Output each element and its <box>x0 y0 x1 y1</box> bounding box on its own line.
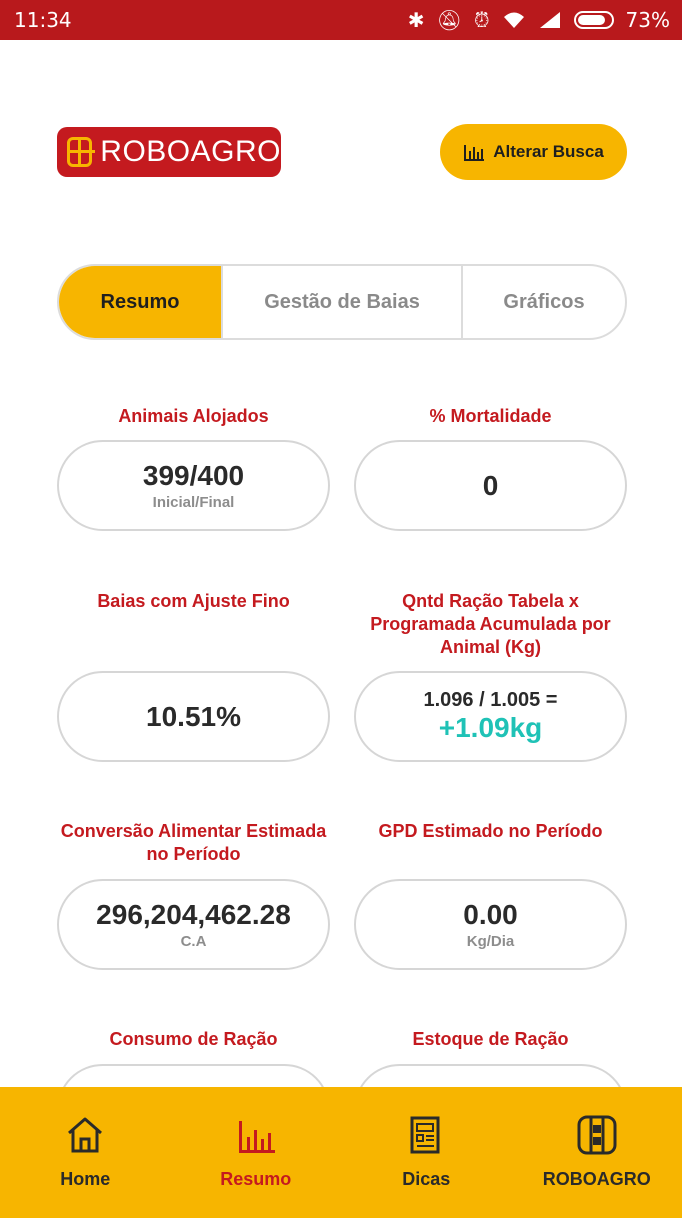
chart-icon <box>238 1121 275 1153</box>
gpd-value: 0.00 <box>463 899 518 930</box>
alterar-busca-label: Alterar Busca <box>493 142 604 161</box>
roboagro-logo-icon <box>67 137 96 167</box>
nav-dicas-label: Dicas <box>402 1169 451 1189</box>
nav-roboagro-label: ROBOAGRO <box>542 1169 651 1189</box>
animais-alojados-card: 399/400 Inicial/Final <box>57 440 330 531</box>
nav-roboagro[interactable]: ROBOAGRO <box>512 1087 682 1218</box>
bar-chart-icon <box>464 145 485 161</box>
status-time: 11:34 <box>14 8 72 32</box>
mute-icon: 🔕︎ <box>436 8 462 32</box>
animais-alojados-value: 399/400 <box>142 460 245 491</box>
tab-gestao-de-baias[interactable]: Gestão de Baias <box>221 266 461 338</box>
gpd-title: GPD Estimado no Período <box>378 821 603 841</box>
battery-level: 73% <box>625 8 670 32</box>
home-icon <box>68 1117 103 1153</box>
mortalidade-card: 0 <box>354 440 627 531</box>
animais-alojados-sub: Inicial/Final <box>152 494 235 511</box>
conversao-value: 296,204,462.28 <box>96 899 291 930</box>
racao-tabela-title: Qntd Ração Tabela x Programada Acumulada… <box>370 591 611 657</box>
roboagro-logo: ROBOAGRO <box>57 127 281 177</box>
battery-icon <box>573 11 614 29</box>
tab-resumo[interactable]: Resumo <box>59 266 221 338</box>
racao-tabela-diff: +1.09kg <box>438 712 543 743</box>
wifi-icon <box>503 12 524 28</box>
estoque-title: Estoque de Ração <box>412 1029 569 1049</box>
mortalidade-value: 0 <box>482 469 499 501</box>
nav-resumo-label: Resumo <box>220 1169 292 1189</box>
tab-resumo-label: Resumo <box>100 291 180 313</box>
racao-tabela-card: 1.096 / 1.005 = +1.09kg <box>354 671 627 762</box>
logo-text: ROBOAGRO <box>100 135 281 168</box>
status-bar: 11:34 ✱ 🔕︎ ⏰︎ 73% <box>0 0 682 40</box>
animais-alojados-title: Animais Alojados <box>118 406 269 426</box>
bluetooth-icon: ✱ <box>407 8 425 32</box>
nav-home[interactable]: Home <box>0 1087 171 1218</box>
mortalidade-title: % Mortalidade <box>429 406 552 426</box>
alarm-icon: ⏰︎ <box>473 8 490 32</box>
ajuste-fino-card: 10.51% <box>57 671 330 762</box>
conversao-card: 296,204,462.28 C.A <box>57 879 330 970</box>
ajuste-fino-title: Baias com Ajuste Fino <box>97 591 290 611</box>
conversao-title: Conversão Alimentar Estimada no Período <box>60 821 327 864</box>
bottom-nav: Home Resumo Dicas ROBOAGRO <box>0 1087 682 1218</box>
tab-gestao-label: Gestão de Baias <box>264 291 420 313</box>
conversao-sub: C.A <box>180 933 207 950</box>
alterar-busca-button[interactable]: Alterar Busca <box>440 124 627 180</box>
tab-graficos[interactable]: Gráficos <box>461 266 625 338</box>
nav-resumo[interactable]: Resumo <box>171 1087 342 1218</box>
roboagro-icon <box>577 1115 617 1155</box>
gpd-card: 0.00 Kg/Dia <box>354 879 627 970</box>
status-icons: ✱ 🔕︎ ⏰︎ 73% <box>408 8 670 32</box>
consumo-title: Consumo de Ração <box>109 1029 278 1049</box>
nav-dicas[interactable]: Dicas <box>341 1087 512 1218</box>
document-icon <box>410 1116 440 1154</box>
ajuste-fino-value: 10.51% <box>146 700 241 732</box>
signal-icon <box>539 12 560 28</box>
racao-tabela-formula: 1.096 / 1.005 = <box>423 689 558 711</box>
nav-home-label: Home <box>60 1169 111 1189</box>
gpd-sub: Kg/Dia <box>466 933 515 950</box>
tab-bar: Resumo Gestão de Baias Gráficos <box>57 264 627 340</box>
tab-graficos-label: Gráficos <box>503 291 585 313</box>
